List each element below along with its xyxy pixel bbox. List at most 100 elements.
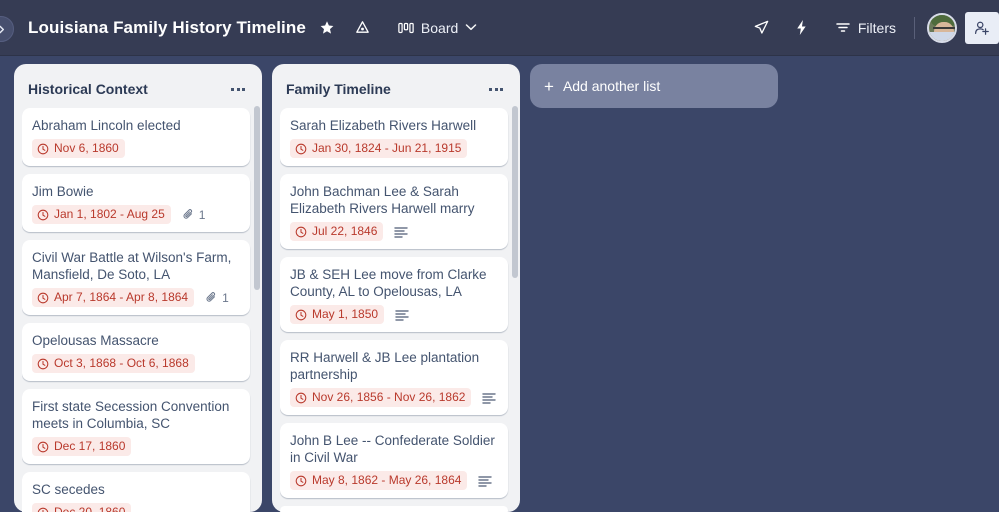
due-date-text: Jul 22, 1846 xyxy=(312,224,378,238)
sidebar-expand-button[interactable] xyxy=(0,16,14,42)
card[interactable]: John Bachman Lee & Sarah Elizabeth River… xyxy=(280,174,508,249)
card-list: Sarah Elizabeth Rivers Harwell Jan 30, 18… xyxy=(280,108,516,512)
due-date-text: Apr 7, 1864 - Apr 8, 1864 xyxy=(54,290,189,304)
due-date-text: Nov 6, 1860 xyxy=(54,141,119,155)
due-date-badge[interactable]: Jul 22, 1846 xyxy=(290,222,384,241)
due-date-badge[interactable]: Nov 6, 1860 xyxy=(32,139,125,158)
due-date-badge[interactable]: May 1, 1850 xyxy=(290,305,385,324)
description-icon xyxy=(482,392,497,404)
view-switcher-button[interactable]: Board xyxy=(392,16,483,40)
list-1: Historical Context Abraham Lincoln electe… xyxy=(14,64,262,512)
card-title: SC secedes xyxy=(32,482,105,497)
board-canvas: Historical Context Abraham Lincoln electe… xyxy=(0,56,999,512)
list-header: Family Timeline xyxy=(280,72,516,108)
due-date-text: Dec 17, 1860 xyxy=(54,439,126,453)
card-meta: Dec 17, 1860 xyxy=(32,437,240,456)
chevron-down-icon xyxy=(465,22,477,34)
due-date-badge[interactable]: May 8, 1862 - May 26, 1864 xyxy=(290,471,468,490)
user-avatar[interactable] xyxy=(927,12,957,43)
filter-icon xyxy=(836,23,850,32)
due-date-badge[interactable]: Jan 30, 1824 - Jun 21, 1915 xyxy=(290,139,468,158)
share-button[interactable] xyxy=(965,11,999,44)
card[interactable]: JB & SEH Lee move from Clarke County, AL… xyxy=(280,257,508,332)
clock-icon xyxy=(37,507,49,512)
card-title: John B Lee -- Confederate Soldier in Civ… xyxy=(290,433,495,465)
list-scrollbar[interactable] xyxy=(512,106,518,498)
card[interactable]: RR Harwell & JB Lee plantation partnersh… xyxy=(280,340,508,415)
list-2: Family Timeline Sarah Elizabeth Rivers Ha… xyxy=(272,64,520,512)
send-button[interactable] xyxy=(747,13,777,43)
add-another-list-button[interactable]: + Add another list xyxy=(530,64,778,108)
automation-button[interactable] xyxy=(787,13,817,43)
description-icon xyxy=(394,226,409,238)
list-actions-button[interactable] xyxy=(484,78,508,100)
due-date-badge[interactable]: Oct 3, 1868 - Oct 6, 1868 xyxy=(32,354,195,373)
due-date-badge[interactable]: Dec 17, 1860 xyxy=(32,437,132,456)
clock-icon xyxy=(295,226,307,237)
card[interactable]: First state Secession Convention meets i… xyxy=(22,389,250,464)
send-icon xyxy=(755,20,769,34)
card[interactable]: Jim Bowie Jan 1, 1802 - Aug 25 1 xyxy=(22,174,250,232)
clock-icon xyxy=(37,292,49,303)
card[interactable]: SC secedes Dec 20, 1860 xyxy=(22,472,250,512)
workspace-visible-icon xyxy=(356,21,370,33)
scrollbar-thumb xyxy=(254,106,260,291)
description-badge xyxy=(482,392,497,404)
card-title: John Bachman Lee & Sarah Elizabeth River… xyxy=(290,184,475,216)
attachment-badge: 1 xyxy=(205,291,229,305)
card-meta: May 8, 1862 - May 26, 1864 xyxy=(290,471,498,490)
filters-button[interactable]: Filters xyxy=(829,16,902,40)
card-title: RR Harwell & JB Lee plantation partnersh… xyxy=(290,350,480,382)
due-date-badge[interactable]: Dec 20, 1860 xyxy=(32,503,132,512)
card-meta: Jan 1, 1802 - Aug 25 1 xyxy=(32,205,240,224)
header-divider xyxy=(914,16,915,39)
card-meta: Oct 3, 1868 - Oct 6, 1868 xyxy=(32,354,240,373)
board-header: Louisiana Family History Timeline Board xyxy=(0,0,999,56)
card-title: JB & SEH Lee move from Clarke County, AL… xyxy=(290,267,487,299)
attachment-badge: 1 xyxy=(182,208,205,222)
plus-icon: + xyxy=(544,76,554,96)
view-switcher-label: Board xyxy=(420,19,459,36)
card-title: First state Secession Convention meets i… xyxy=(32,399,230,431)
card-title: Sarah Elizabeth Rivers Harwell xyxy=(290,118,477,133)
star-button[interactable] xyxy=(312,13,342,43)
clock-icon xyxy=(295,392,307,403)
due-date-text: Jan 30, 1824 - Jun 21, 1915 xyxy=(312,141,462,155)
scrollbar-thumb xyxy=(512,106,518,279)
card-meta: Jan 30, 1824 - Jun 21, 1915 xyxy=(290,139,498,158)
due-date-text: May 8, 1862 - May 26, 1864 xyxy=(312,473,462,487)
description-badge xyxy=(394,226,409,238)
card-partial[interactable] xyxy=(280,506,508,512)
description-badge xyxy=(478,475,493,487)
card[interactable]: John B Lee -- Confederate Soldier in Civ… xyxy=(280,423,508,498)
list-title: Historical Context xyxy=(28,81,148,97)
board-view-icon xyxy=(398,22,414,33)
card[interactable]: Abraham Lincoln elected Nov 6, 1860 xyxy=(22,108,250,166)
card[interactable]: Sarah Elizabeth Rivers Harwell Jan 30, 18… xyxy=(280,108,508,166)
chevron-right-icon xyxy=(0,25,4,33)
filters-label: Filters xyxy=(857,19,896,36)
list-actions-button[interactable] xyxy=(226,78,250,100)
due-date-badge[interactable]: Apr 7, 1864 - Apr 8, 1864 xyxy=(32,288,195,307)
due-date-text: Jan 1, 1802 - Aug 25 xyxy=(54,207,165,221)
list-scrollbar[interactable] xyxy=(254,106,260,498)
card[interactable]: Opelousas Massacre Oct 3, 1868 - Oct 6, 1… xyxy=(22,323,250,381)
visibility-button[interactable] xyxy=(348,13,378,43)
due-date-text: May 1, 1850 xyxy=(312,307,379,321)
attachment-icon xyxy=(183,209,192,219)
card[interactable]: Civil War Battle at Wilson's Farm, Mansf… xyxy=(22,240,250,315)
due-date-text: Oct 3, 1868 - Oct 6, 1868 xyxy=(54,356,189,370)
due-date-text: Nov 26, 1856 - Nov 26, 1862 xyxy=(312,390,466,404)
list-title: Family Timeline xyxy=(286,81,391,97)
card-meta: May 1, 1850 xyxy=(290,305,498,324)
due-date-text: Dec 20, 1860 xyxy=(54,505,126,512)
description-badge xyxy=(395,309,409,321)
clock-icon xyxy=(37,143,49,154)
card-title: Civil War Battle at Wilson's Farm, Mansf… xyxy=(32,250,232,282)
due-date-badge[interactable]: Jan 1, 1802 - Aug 25 xyxy=(32,205,171,224)
clock-icon xyxy=(37,441,49,452)
lightning-bolt-icon xyxy=(797,19,807,36)
due-date-badge[interactable]: Nov 26, 1856 - Nov 26, 1862 xyxy=(290,388,472,407)
card-meta: Nov 26, 1856 - Nov 26, 1862 xyxy=(290,388,498,407)
attachment-icon xyxy=(206,292,216,302)
